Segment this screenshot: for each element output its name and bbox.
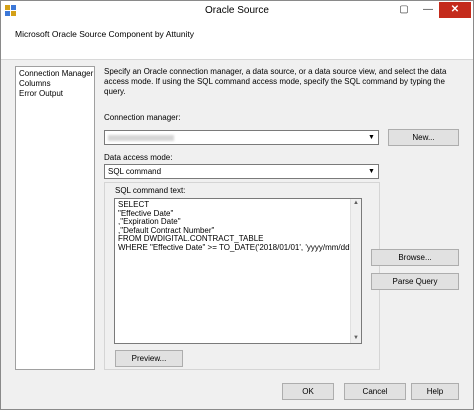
scroll-down-icon[interactable]: ▼ [351, 334, 361, 343]
sql-command-textarea[interactable]: SELECT "Effective Date" ,"Expiration Date"… [114, 198, 362, 344]
parse-query-button[interactable]: Parse Query [371, 273, 459, 290]
ok-button[interactable]: OK [282, 383, 334, 400]
maximize-icon[interactable]: ▢ [393, 2, 415, 18]
data-access-mode-select[interactable]: SQL command ▼ [104, 164, 379, 179]
cancel-button[interactable]: Cancel [344, 383, 406, 400]
sql-command-label: SQL command text: [115, 186, 186, 195]
close-button[interactable]: ✕ [439, 2, 471, 18]
preview-button[interactable]: Preview... [115, 350, 183, 367]
sql-line: WHERE "Effective Date" >= TO_DATE('2018/… [118, 242, 354, 252]
help-button[interactable]: Help [411, 383, 459, 400]
connection-manager-select[interactable]: ▼ [104, 130, 379, 145]
nav-item-error-output[interactable]: Error Output [19, 89, 91, 99]
title-bar: Oracle Source ▢ — ✕ [1, 1, 473, 20]
data-access-mode-value: SQL command [108, 167, 162, 176]
connection-manager-label: Connection manager: [104, 113, 181, 122]
oracle-source-dialog: Oracle Source ▢ — ✕ Microsoft Oracle Sou… [0, 0, 474, 410]
new-connection-button[interactable]: New... [388, 129, 459, 146]
browse-button[interactable]: Browse... [371, 249, 459, 266]
connection-manager-value-redacted [108, 135, 174, 141]
data-access-mode-label: Data access mode: [104, 153, 173, 162]
scroll-up-icon[interactable]: ▲ [351, 199, 361, 208]
dialog-header: Microsoft Oracle Source Component by Att… [1, 20, 473, 60]
component-subtitle: Microsoft Oracle Source Component by Att… [15, 29, 195, 39]
page-description: Specify an Oracle connection manager, a … [104, 67, 447, 96]
minimize-icon[interactable]: — [417, 2, 439, 18]
nav-item-connection-manager[interactable]: Connection Manager [19, 69, 93, 79]
sql-vertical-scrollbar[interactable]: ▲ ▼ [350, 199, 361, 343]
nav-item-columns[interactable]: Columns [19, 79, 91, 89]
chevron-down-icon[interactable]: ▼ [367, 165, 376, 178]
sql-command-text[interactable]: SELECT "Effective Date" ,"Expiration Date"… [118, 200, 354, 253]
chevron-down-icon[interactable]: ▼ [367, 131, 376, 144]
page-navigation: Connection Manager Columns Error Output [15, 66, 95, 370]
